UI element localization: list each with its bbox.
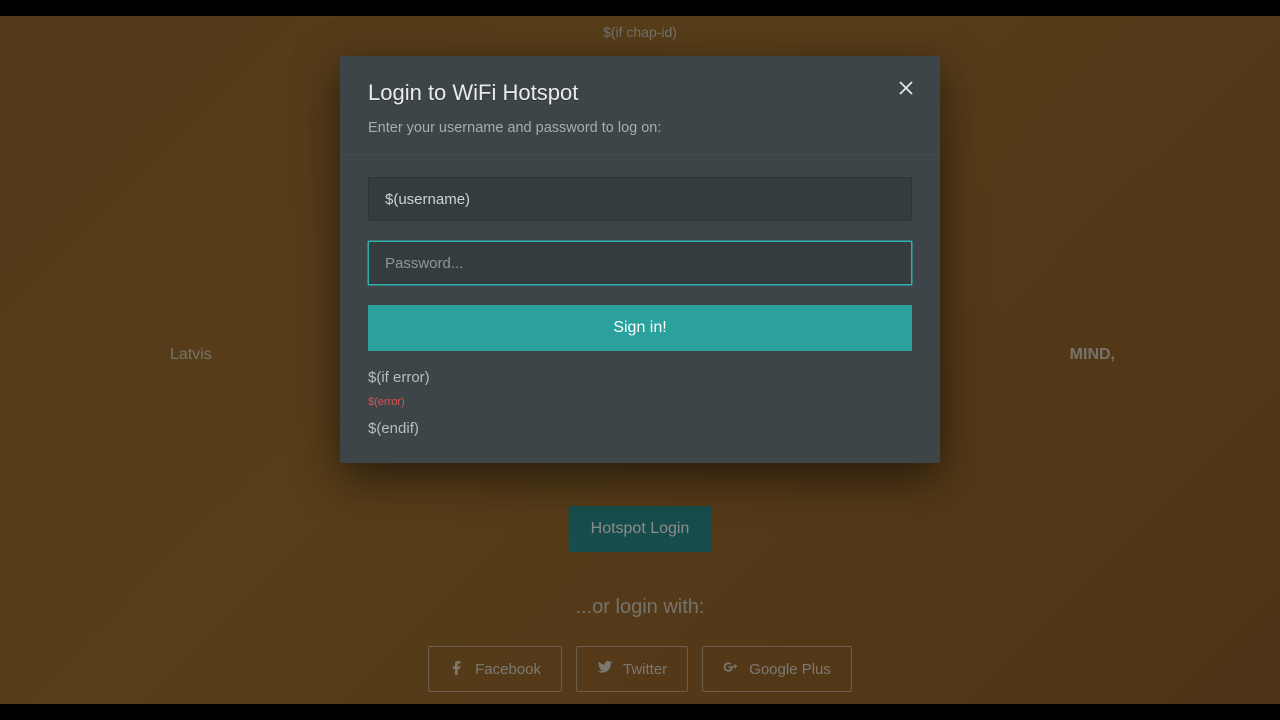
modal-title: Login to WiFi Hotspot (368, 80, 912, 106)
error-token: $(error) (368, 396, 912, 408)
username-input[interactable] (368, 177, 912, 221)
modal-body: Sign in! $(if error) $(error) $(endif) (340, 155, 940, 463)
endif-token: $(endif) (368, 420, 912, 437)
close-button[interactable] (894, 78, 918, 102)
page-background: $(if chap-id) Latvis MIND, Hotspot Login… (0, 16, 1280, 704)
login-modal: Login to WiFi Hotspot Enter your usernam… (340, 56, 940, 463)
if-error-token: $(if error) (368, 369, 912, 386)
letterbox-bottom (0, 704, 1280, 720)
modal-subtitle: Enter your username and password to log … (368, 120, 912, 136)
signin-button[interactable]: Sign in! (368, 305, 912, 351)
close-icon (897, 79, 915, 102)
letterbox-top (0, 0, 1280, 16)
modal-header: Login to WiFi Hotspot Enter your usernam… (340, 56, 940, 155)
password-input[interactable] (368, 241, 912, 285)
